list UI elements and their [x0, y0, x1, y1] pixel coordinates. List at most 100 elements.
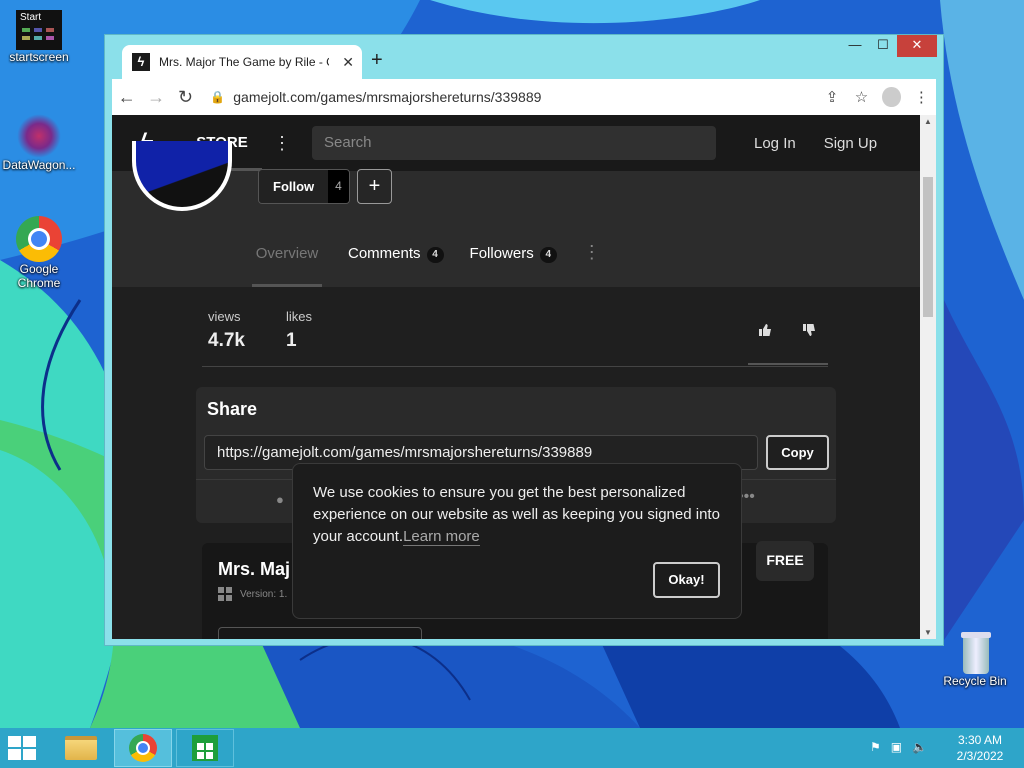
scrollbar-thumb[interactable] [923, 177, 933, 317]
gamejolt-favicon-icon: ϟ [132, 53, 150, 71]
maximize-button[interactable]: ☐ [869, 35, 897, 57]
tab-label: Followers [469, 245, 534, 262]
taskbar-store[interactable] [176, 729, 234, 767]
dislike-button[interactable] [802, 323, 816, 340]
back-button[interactable]: ← [112, 87, 141, 108]
volume-muted-icon[interactable]: 🔈 [912, 740, 927, 754]
gamejolt-navbar: ϟ STORE ⋮ Search Log In Sign Up [112, 115, 920, 171]
bookmark-star-icon[interactable]: ☆ [847, 88, 876, 106]
start-button[interactable] [8, 736, 38, 762]
thumbs-down-icon [803, 324, 815, 336]
system-tray: ⚑ ▣ 🔈 [870, 740, 927, 754]
desktop-icon-recycle-bin[interactable]: Recycle Bin [936, 630, 1014, 688]
follow-control: Follow 4 [258, 169, 350, 204]
scroll-up-icon[interactable]: ▲ [920, 117, 936, 126]
windows-platform-icon [218, 587, 232, 601]
share-title: Share [207, 399, 258, 419]
tab-close-icon[interactable]: ✕ [342, 54, 354, 71]
scroll-down-icon[interactable]: ▼ [920, 628, 936, 637]
network-icon[interactable]: ▣ [891, 740, 902, 754]
tab-strip: ϟ Mrs. Major The Game by Rile - G ✕ + — … [105, 35, 943, 79]
desktop-icon-startscreen[interactable]: Start startscreen [0, 10, 78, 64]
likes-label: likes [286, 309, 313, 324]
version-label: Version: 1. [240, 589, 288, 600]
chrome-icon [129, 734, 157, 762]
cookie-message: We use cookies to ensure you get the bes… [313, 482, 723, 548]
datawagon-icon [17, 114, 61, 158]
likes-stat: likes 1 [286, 309, 312, 352]
price-badge: FREE [756, 541, 814, 581]
profile-avatar-icon[interactable] [882, 87, 901, 107]
folder-icon [65, 736, 97, 760]
browser-tab[interactable]: ϟ Mrs. Major The Game by Rile - G ✕ [122, 45, 362, 79]
forward-button[interactable]: → [141, 87, 170, 108]
follow-count: 4 [328, 170, 349, 203]
cookie-text: We use cookies to ensure you get the bes… [313, 484, 720, 545]
recycle-bin-icon [959, 630, 991, 674]
search-input[interactable]: Search [312, 126, 716, 160]
desktop-icon-datawagon[interactable]: DataWagon... [0, 114, 78, 172]
signup-link[interactable]: Sign Up [824, 135, 877, 152]
views-stat: views 4.7k [208, 309, 245, 352]
browser-toolbar: ← → ↻ 🔒 gamejolt.com/games/mrsmajorshere… [112, 79, 936, 115]
taskbar-clock[interactable]: 3:30 AM 2/3/2022 [950, 732, 1010, 764]
learn-more-link[interactable]: Learn more [403, 528, 480, 546]
download-button[interactable] [218, 627, 422, 639]
desktop-icon-label: startscreen [9, 50, 69, 64]
thumbs-up-icon [759, 324, 771, 336]
browser-window: ϟ Mrs. Major The Game by Rile - G ✕ + — … [104, 34, 944, 646]
views-value: 4.7k [208, 330, 245, 351]
url-text: gamejolt.com/games/mrsmajorshereturns/33… [233, 89, 542, 105]
follow-button[interactable]: Follow [259, 170, 329, 203]
tab-overview[interactable]: Overview [252, 233, 322, 287]
address-bar[interactable]: 🔒 gamejolt.com/games/mrsmajorshereturns/… [210, 82, 818, 112]
cookie-banner: We use cookies to ensure you get the bes… [292, 463, 742, 619]
clock-date: 2/3/2022 [956, 749, 1004, 763]
tab-comments[interactable]: Comments 4 [348, 233, 444, 287]
tab-followers[interactable]: Followers 4 [470, 233, 557, 287]
comments-count-badge: 4 [426, 247, 444, 263]
browser-menu-icon[interactable]: ⋮ [907, 88, 936, 106]
tab-label: Comments [348, 245, 421, 262]
nav-more-icon[interactable]: ⋮ [262, 133, 302, 154]
taskbar-file-explorer[interactable] [52, 729, 110, 767]
store-bag-icon [192, 735, 218, 761]
like-ratio-bar [748, 363, 828, 365]
login-link[interactable]: Log In [754, 135, 796, 152]
desktop-icon-google-chrome[interactable]: Google Chrome [0, 216, 78, 290]
reload-button[interactable]: ↻ [171, 87, 200, 108]
followers-count-badge: 4 [539, 247, 557, 263]
clock-time: 3:30 AM [957, 733, 1003, 747]
close-window-button[interactable]: ✕ [897, 35, 937, 57]
add-to-playlist-button[interactable]: + [357, 169, 392, 204]
copy-button[interactable]: Copy [766, 435, 829, 470]
like-button[interactable] [758, 323, 772, 340]
cookie-okay-button[interactable]: Okay! [653, 562, 720, 598]
page-viewport: ϟ STORE ⋮ Search Log In Sign Up Follow 4… [112, 115, 920, 639]
game-build-title: Mrs. Maj [218, 559, 291, 579]
game-tabs: Overview Comments 4 Followers 4 ⋮ [252, 233, 601, 287]
desktop-icon-label: Google Chrome [17, 262, 61, 290]
game-avatar [132, 141, 232, 211]
likes-value: 1 [286, 330, 297, 351]
taskbar: ⚑ ▣ 🔈 3:30 AM 2/3/2022 [0, 728, 1024, 768]
share-icon[interactable]: ⇪ [817, 88, 846, 106]
lock-icon: 🔒 [210, 90, 226, 104]
chrome-icon [16, 216, 62, 262]
game-stats: views 4.7k likes 1 [202, 305, 828, 367]
new-tab-button[interactable]: + [371, 49, 383, 72]
startscreen-icon: Start [16, 10, 62, 50]
views-label: views [208, 309, 241, 324]
tab-label: Overview [255, 245, 319, 262]
page-scrollbar[interactable]: ▲ ▼ [920, 115, 936, 639]
tab-title: Mrs. Major The Game by Rile - G [159, 55, 329, 69]
minimize-button[interactable]: — [841, 35, 869, 57]
desktop-icon-label: Recycle Bin [943, 674, 1007, 688]
taskbar-chrome[interactable] [114, 729, 172, 767]
game-header: Follow 4 + Overview Comments 4 Followers 4… [112, 141, 920, 287]
action-center-flag-icon[interactable]: ⚑ [870, 740, 881, 754]
desktop-icon-label: DataWagon... [2, 158, 76, 172]
start-tile-label: Start [20, 12, 42, 23]
facebook-icon[interactable]: ● [276, 492, 284, 507]
tabs-more-icon[interactable]: ⋮ [583, 233, 601, 263]
